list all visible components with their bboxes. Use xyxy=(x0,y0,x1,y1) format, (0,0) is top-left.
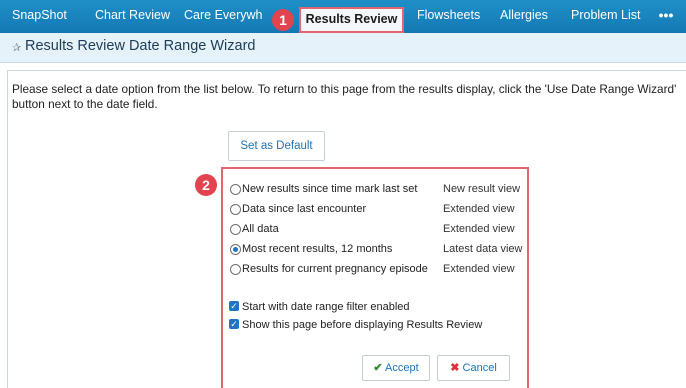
option-label: Results for current pregnancy episode xyxy=(242,263,428,275)
checkbox-label: Start with date range filter enabled xyxy=(242,301,410,313)
more-tabs-button[interactable]: ••• xyxy=(646,0,686,33)
option-view: Extended view xyxy=(443,203,515,215)
cancel-label: Cancel xyxy=(462,362,497,374)
option-label: New results since time mark last set xyxy=(242,183,418,195)
radio-button[interactable] xyxy=(230,224,241,235)
accept-label: Accept xyxy=(385,362,419,374)
radio-button[interactable] xyxy=(230,204,241,215)
callout-1: 1 xyxy=(272,9,294,31)
checkbox-label: Show this page before displaying Results… xyxy=(242,319,483,331)
tab-results-review[interactable]: Results Review xyxy=(299,7,404,33)
tab-allergies[interactable]: Allergies xyxy=(500,0,548,33)
radio-button[interactable] xyxy=(230,264,241,275)
tab-problem-list[interactable]: Problem List xyxy=(571,0,640,33)
option-current-pregnancy[interactable]: Results for current pregnancy episode Ex… xyxy=(230,261,526,277)
option-label: Data since last encounter xyxy=(242,203,367,215)
tab-flowsheets[interactable]: Flowsheets xyxy=(417,0,480,33)
option-all-data[interactable]: All data Extended view xyxy=(230,221,526,237)
instructions-text: Please select a date option from the lis… xyxy=(12,82,677,111)
option-view: New result view xyxy=(443,183,521,195)
accept-button[interactable]: ✔ Accept xyxy=(362,355,430,381)
callout-2: 2 xyxy=(195,174,217,196)
close-icon: ✖ xyxy=(450,362,460,374)
tab-chart-review[interactable]: Chart Review xyxy=(95,0,170,33)
pin-icon[interactable]: ✰ xyxy=(12,41,21,54)
option-view: Extended view xyxy=(443,223,515,235)
checkmark-icon: ✔ xyxy=(373,362,383,374)
option-label: Most recent results, 12 months xyxy=(242,243,393,255)
radio-button[interactable] xyxy=(230,184,241,195)
set-as-default-button[interactable]: Set as Default xyxy=(228,131,325,161)
tab-bar: SnapShot Chart Review Care Everywh Resul… xyxy=(0,0,686,33)
option-new-results[interactable]: New results since time mark last set New… xyxy=(230,181,526,197)
radio-button-selected[interactable] xyxy=(230,244,241,255)
option-view: Extended view xyxy=(443,263,515,275)
start-with-filter-checkbox-row[interactable]: ✓ Start with date range filter enabled xyxy=(229,299,525,315)
option-most-recent-12-months[interactable]: Most recent results, 12 months Latest da… xyxy=(230,241,526,257)
tab-snapshot[interactable]: SnapShot xyxy=(12,0,67,33)
tab-care-everywhere[interactable]: Care Everywh xyxy=(184,0,271,33)
check-icon[interactable]: ✓ xyxy=(229,319,239,329)
show-page-checkbox-row[interactable]: ✓ Show this page before displaying Resul… xyxy=(229,317,525,333)
check-icon[interactable]: ✓ xyxy=(229,301,239,311)
option-view: Latest data view xyxy=(443,243,523,255)
cancel-button[interactable]: ✖ Cancel xyxy=(437,355,510,381)
page-title: Results Review Date Range Wizard xyxy=(25,38,256,54)
option-since-last-encounter[interactable]: Data since last encounter Extended view xyxy=(230,201,526,217)
option-label: All data xyxy=(242,223,279,235)
